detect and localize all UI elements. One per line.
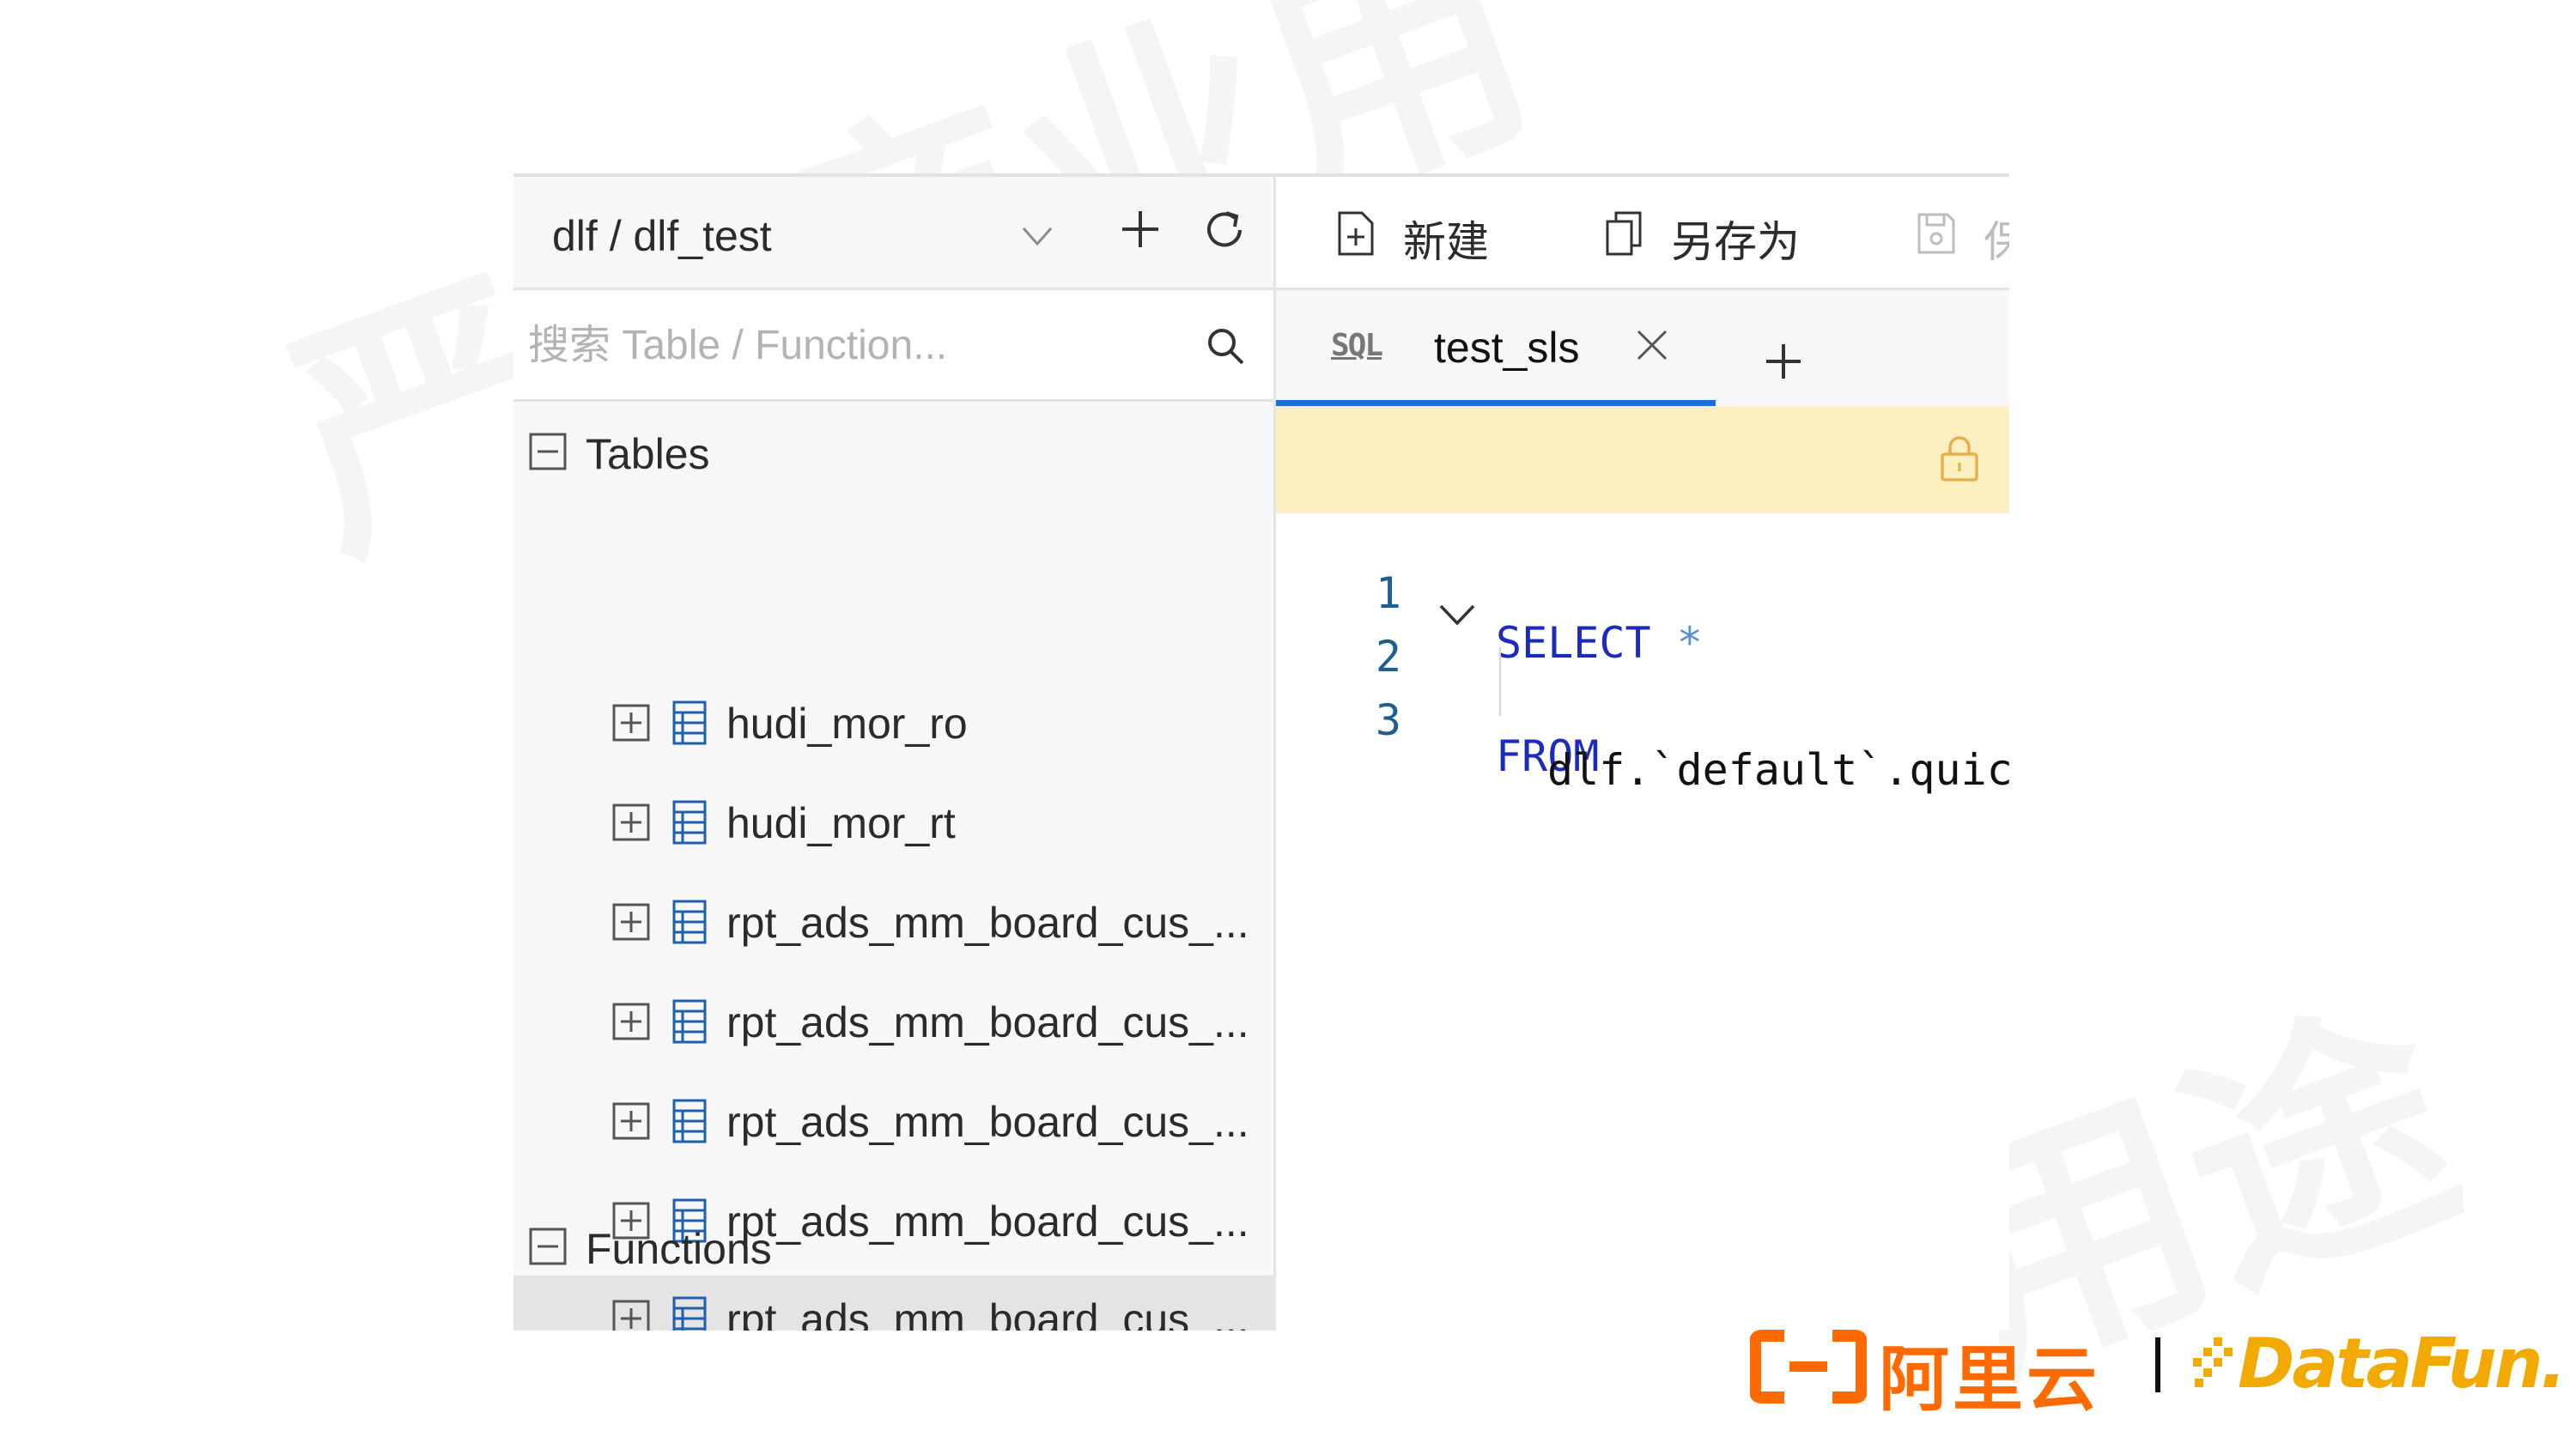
sql-workbench: dlf / dlf_test Tables hudi_mor_ro hudi_m… [513,173,2009,1331]
aliyun-logo-icon [1750,1330,1867,1404]
database-sidebar: dlf / dlf_test Tables hudi_mor_ro hudi_m… [513,177,1276,1331]
table-name[interactable]: rpt_ads_mm_board_cus_... [726,1097,1249,1147]
code-line: 1 SELECT * [1276,518,2009,668]
fold-chevron-icon[interactable] [1437,601,1477,627]
table-item[interactable]: hudi_mor_rt [513,779,1273,865]
table-icon [672,1296,707,1331]
line-number: 3 [1375,695,1401,745]
refresh-icon[interactable] [1202,208,1247,252]
table-name[interactable]: rpt_ads_mm_board_cus_... [726,898,1249,948]
table-name[interactable]: rpt_ads_mm_board_cus_... [726,997,1249,1047]
functions-label: Functions [586,1225,772,1273]
close-icon[interactable] [1635,328,1669,362]
tables-label: Tables [586,430,710,478]
logo-divider [2155,1337,2160,1392]
partner-name: DataFun. [2238,1324,2567,1404]
new-label: 新建 [1403,217,1489,267]
table-name[interactable]: hudi_mor_rt [726,798,956,848]
table-item[interactable]: hudi_mor_ro [513,680,1273,766]
footer-logos: 阿里云 DataFun. [1750,1320,2567,1421]
table-icon [672,700,707,745]
table-icon [672,1099,707,1143]
table-name[interactable]: rpt_ads_mm_board_cus_... [726,1294,1249,1331]
collapse-box-icon[interactable] [529,1228,567,1265]
expand-box-icon[interactable] [612,1102,650,1140]
sql-icon: SQL [1331,328,1383,363]
plus-icon[interactable] [1119,208,1162,251]
tab-test-sls[interactable]: SQL test_sls [1276,290,1716,406]
readonly-banner [1276,406,2009,513]
search-input[interactable] [526,314,1182,376]
expand-box-icon[interactable] [612,803,650,841]
code-line: 3 dlf.`default`.quic [1276,646,2009,795]
database-path[interactable]: dlf / dlf_test [552,211,772,261]
table-name[interactable]: hudi_mor_ro [726,699,968,749]
tables-group[interactable]: Tables [513,407,1273,501]
save-label: 保 [1984,208,2009,270]
table-icon [672,800,707,845]
copy-icon [1606,211,1642,256]
add-tab-icon[interactable] [1764,342,1803,381]
save-icon [1917,213,1955,254]
sql-editor-pane: 新建 另存为 保 SQL test_sls 1 [1276,177,2009,1331]
tab-title: test_sls [1434,324,1580,372]
code-line: 2 FROM [1276,582,2009,781]
table-icon [672,900,707,944]
table-search [513,290,1273,402]
editor-tabs: SQL test_sls [1276,290,2009,406]
table-item[interactable]: rpt_ads_mm_board_cus_... [513,1078,1273,1164]
functions-group[interactable]: Functions [513,1202,1273,1296]
expand-box-icon[interactable] [612,704,650,742]
table-icon [672,999,707,1044]
table-item[interactable]: rpt_ads_mm_board_cus_... [513,979,1273,1064]
sql-token: dlf.`default`.quic [1547,745,2009,795]
search-icon[interactable] [1206,326,1245,366]
new-file-icon [1338,211,1374,256]
indent-guide [1499,647,1501,716]
chevron-down-icon[interactable] [1020,218,1054,252]
expand-box-icon[interactable] [612,903,650,941]
collapse-box-icon[interactable] [529,433,567,470]
brand-name: 阿里云 [1879,1339,2101,1421]
expand-box-icon[interactable] [612,1003,650,1040]
lock-icon[interactable] [1939,435,1980,482]
table-item[interactable]: rpt_ads_mm_board_cus_... [513,879,1273,965]
save-as-label: 另存为 [1671,217,1800,267]
expand-box-icon[interactable] [612,1300,650,1331]
editor-toolbar: 新建 另存为 保 [1276,177,2009,290]
database-selector[interactable]: dlf / dlf_test [513,177,1273,290]
